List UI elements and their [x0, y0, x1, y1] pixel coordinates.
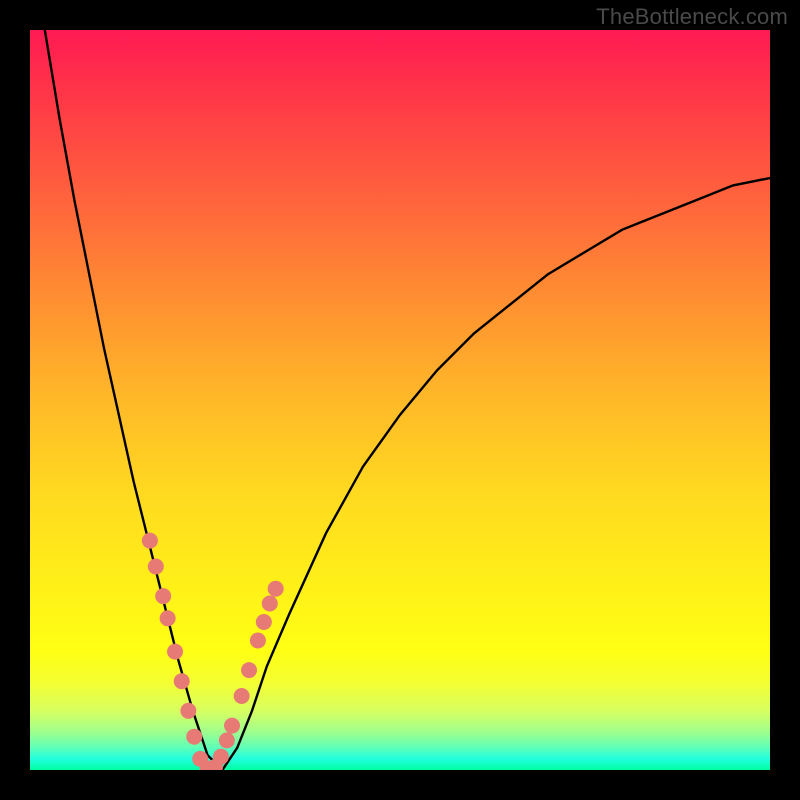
plot-area — [30, 30, 770, 770]
marker-point — [234, 688, 250, 704]
marker-point — [262, 596, 278, 612]
marker-group — [142, 533, 284, 770]
watermark-text: TheBottleneck.com — [596, 4, 788, 30]
marker-point — [155, 588, 171, 604]
bottleneck-curve-line — [45, 30, 770, 770]
marker-point — [256, 614, 272, 630]
marker-point — [213, 749, 229, 765]
chart-svg-layer — [30, 30, 770, 770]
marker-point — [142, 533, 158, 549]
marker-point — [148, 559, 164, 575]
marker-point — [224, 718, 240, 734]
marker-point — [186, 729, 202, 745]
marker-point — [180, 703, 196, 719]
marker-point — [241, 662, 257, 678]
marker-point — [268, 581, 284, 597]
chart-frame: TheBottleneck.com — [0, 0, 800, 800]
marker-point — [167, 644, 183, 660]
marker-point — [219, 732, 235, 748]
marker-point — [160, 610, 176, 626]
marker-point — [250, 633, 266, 649]
marker-point — [174, 673, 190, 689]
